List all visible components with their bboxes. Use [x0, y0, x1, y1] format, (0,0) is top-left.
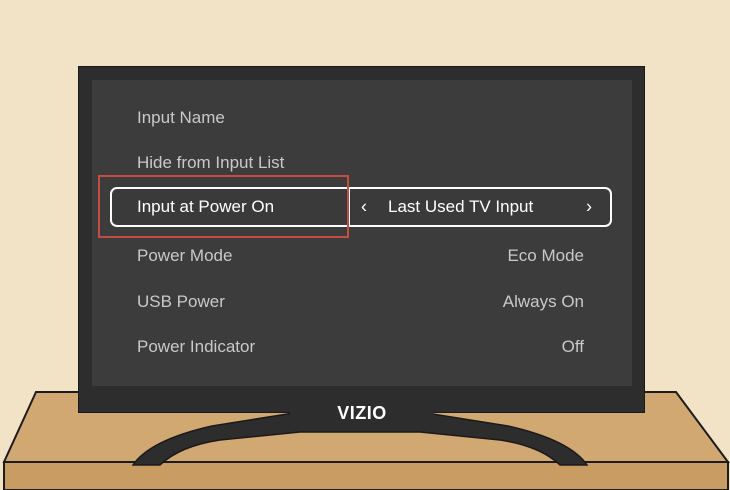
- menu-item-label: Input Name: [137, 108, 225, 127]
- menu-item-label: Hide from Input List: [137, 153, 285, 172]
- menu-item-value: Always On: [502, 292, 584, 311]
- menu-item-value: Off: [561, 337, 584, 356]
- power-on-input-selector[interactable]: ‹ Last Used TV Input ›: [350, 189, 610, 225]
- menu-item-label: Power Mode: [137, 246, 233, 265]
- menu-item-input-name[interactable]: Input Name: [110, 98, 612, 138]
- annotation-highlight-box: [98, 175, 349, 238]
- menu-item-usb-power[interactable]: USB Power Always On: [110, 282, 612, 322]
- chevron-left-icon[interactable]: ‹: [361, 197, 367, 218]
- menu-item-power-indicator[interactable]: Power Indicator Off: [110, 327, 612, 367]
- chevron-right-icon[interactable]: ›: [586, 197, 592, 218]
- brand-logo: VIZIO: [290, 398, 434, 428]
- menu-item-label: Power Indicator: [137, 337, 256, 356]
- menu-item-value: Eco Mode: [507, 246, 584, 265]
- menu-item-power-mode[interactable]: Power Mode Eco Mode: [110, 236, 612, 276]
- selector-value: Last Used TV Input: [388, 197, 534, 216]
- table-front: [3, 461, 729, 490]
- menu-item-label: USB Power: [137, 292, 225, 311]
